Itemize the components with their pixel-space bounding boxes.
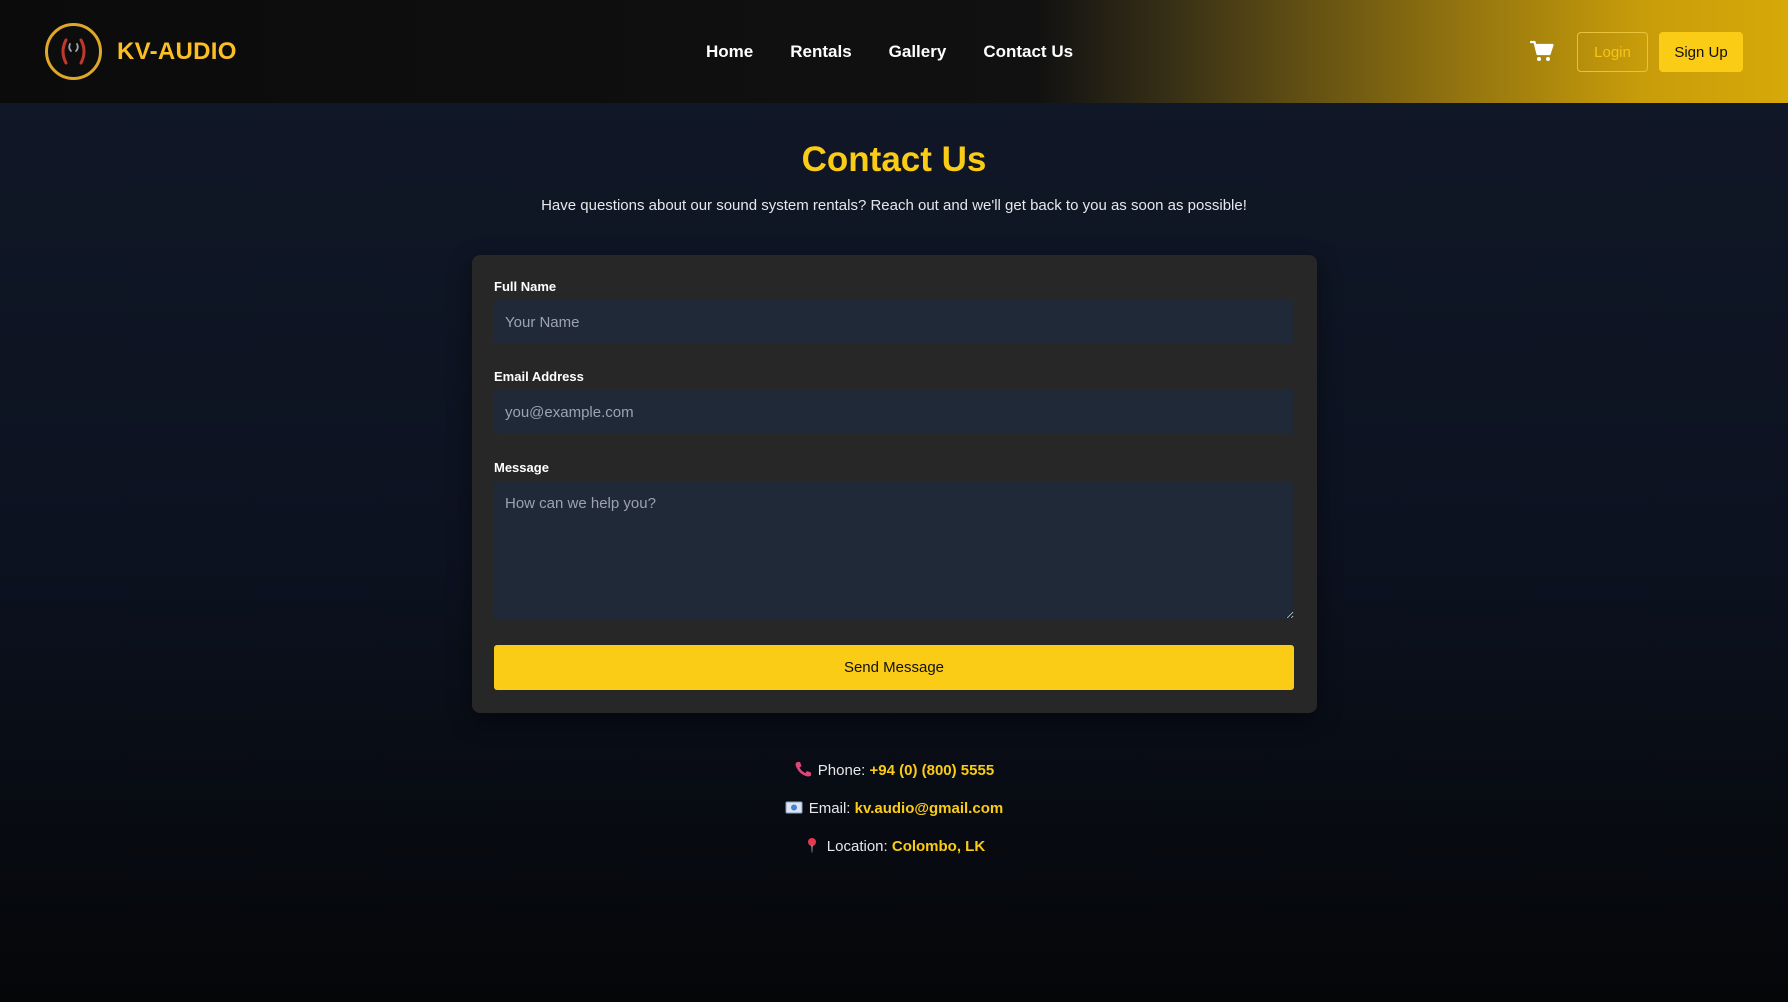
phone-info: Phone: +94 (0) (800) 5555 (0, 761, 1788, 779)
nav-link-home[interactable]: Home (706, 42, 753, 62)
send-message-button[interactable]: Send Message (494, 645, 1294, 690)
location-info: Location: Colombo, LK (0, 837, 1788, 855)
main-nav: Home Rentals Gallery Contact Us (706, 42, 1110, 62)
location-label: Location: (826, 838, 888, 855)
email-label: Email Address (494, 369, 584, 384)
brand-name[interactable]: KV-AUDIO (117, 38, 237, 66)
site-header: KV-AUDIO Home Rentals Gallery Contact Us… (0, 0, 1788, 103)
full-name-input[interactable] (494, 300, 1294, 344)
nav-link-gallery[interactable]: Gallery (889, 42, 947, 62)
location-value: Colombo, LK (891, 838, 986, 855)
cart-icon[interactable] (1530, 40, 1554, 62)
nav-link-rentals[interactable]: Rentals (790, 42, 851, 62)
contact-form: Full Name Email Address Message Send Mes… (472, 255, 1317, 713)
location-pin-icon (807, 838, 816, 853)
full-name-label: Full Name (494, 279, 557, 294)
message-label: Message (494, 460, 549, 475)
phone-label: Phone: (817, 762, 866, 779)
email-icon (785, 801, 803, 814)
email-value[interactable]: kv.audio@gmail.com (855, 800, 1004, 817)
page-subtitle: Have questions about our sound system re… (541, 197, 1247, 214)
message-textarea[interactable] (494, 481, 1294, 619)
email-label-text: Email: (808, 800, 851, 817)
login-button[interactable]: Login (1577, 32, 1648, 72)
email-info: Email: kv.audio@gmail.com (0, 799, 1788, 817)
email-input[interactable] (494, 390, 1294, 434)
phone-value[interactable]: +94 (0) (800) 5555 (870, 762, 995, 779)
signup-button[interactable]: Sign Up (1659, 32, 1743, 72)
page-title: Contact Us (801, 140, 987, 179)
nav-link-contact[interactable]: Contact Us (983, 42, 1073, 62)
logo-icon[interactable] (44, 22, 103, 81)
phone-icon (795, 762, 811, 777)
